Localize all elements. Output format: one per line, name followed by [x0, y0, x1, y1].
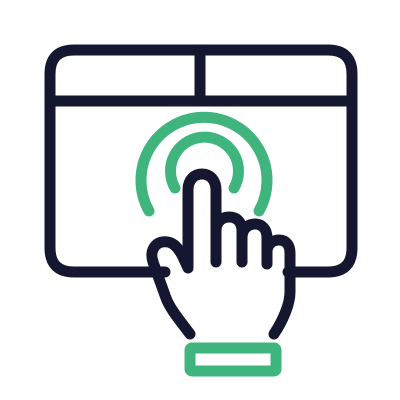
tap-wave-outer — [135, 111, 273, 217]
tap-waves-icon — [135, 111, 273, 217]
touchpad-tap-icon — [44, 44, 358, 377]
cuff-icon — [184, 342, 282, 377]
touchpad-icon — [44, 44, 358, 278]
tap-wave-inner — [165, 131, 244, 194]
icon-stage — [0, 0, 400, 400]
